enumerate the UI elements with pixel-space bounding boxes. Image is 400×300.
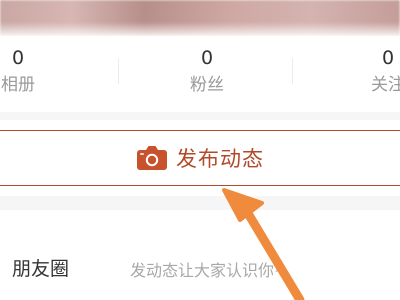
profile-header-background: [0, 0, 400, 36]
stat-divider: [118, 58, 119, 84]
section-divider: [0, 112, 400, 120]
stats-bar: 0 相册 0 粉丝 0 关注: [0, 36, 400, 112]
stat-following[interactable]: 0 关注: [348, 46, 400, 98]
moments-hint: 发动态让大家认识你~: [130, 261, 288, 280]
stat-fans-value: 0: [200, 47, 214, 69]
stat-following-label: 关注: [371, 75, 400, 95]
stat-following-value: 0: [381, 47, 395, 69]
stat-fans-label: 粉丝: [190, 75, 224, 95]
publish-post-label: 发布动态: [176, 147, 264, 171]
stat-albums[interactable]: 0 相册: [0, 46, 58, 98]
moments-title: 朋友圈: [12, 258, 70, 280]
stat-fans[interactable]: 0 粉丝: [167, 46, 247, 98]
profile-page: 0 相册 0 粉丝 0 关注 发布动态 朋友圈 发动态让大家认识你~: [0, 0, 400, 300]
moments-entry[interactable]: 朋友圈 发动态让大家认识你~: [0, 210, 400, 300]
stat-divider: [292, 58, 293, 84]
section-separator: [0, 196, 400, 210]
publish-post-content: 发布动态: [136, 143, 264, 173]
camera-icon: [136, 145, 168, 171]
stat-albums-value: 0: [11, 47, 25, 69]
publish-post-button[interactable]: 发布动态: [0, 130, 400, 186]
stat-albums-label: 相册: [1, 75, 35, 95]
